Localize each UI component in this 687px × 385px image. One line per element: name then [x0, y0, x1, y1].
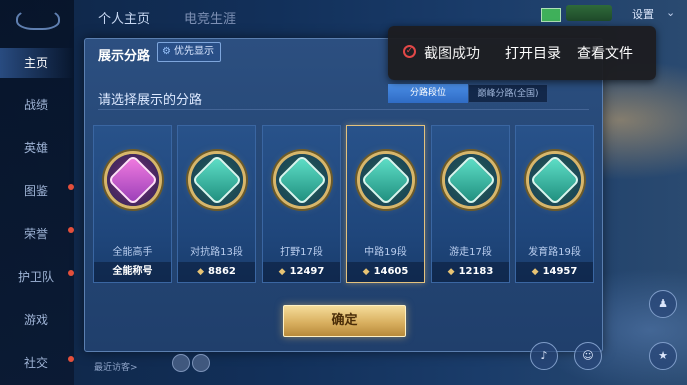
lane-emblem-icon: [107, 154, 158, 206]
sidebar-item-label: 护卫队: [18, 270, 55, 284]
chevron-down-icon[interactable]: ⌄: [666, 6, 675, 19]
lane-card-name: 发育路19段: [528, 247, 581, 258]
sidebar-item-label: 英雄: [24, 141, 49, 155]
sidebar-item-home[interactable]: 主页: [0, 48, 74, 78]
view-file-button[interactable]: 查看文件: [577, 43, 633, 63]
confirm-button[interactable]: 确定: [283, 305, 406, 337]
tab-peak-lane-national[interactable]: 巅峰分路(全国): [468, 84, 548, 103]
recent-visitors-link[interactable]: 最近访客>: [94, 360, 138, 373]
notification-dot: [68, 227, 74, 233]
priority-display-label: 优先显示: [173, 46, 214, 57]
dialog-title: 展示分路: [98, 49, 151, 64]
hero-shortcut-button[interactable]: ♟: [649, 290, 677, 318]
sidebar-item-game[interactable]: 游戏: [0, 305, 74, 335]
lane-card-name: 中路19段: [364, 247, 407, 258]
avatar[interactable]: [192, 354, 210, 372]
lane-card[interactable]: 打野17段 ◆ 12497: [262, 125, 341, 283]
lane-card-value: ◆ 12183: [432, 262, 509, 282]
tab-personal-home[interactable]: 个人主页: [98, 8, 150, 27]
divider: [98, 109, 589, 110]
sidebar-item-label: 荣誉: [24, 227, 49, 241]
sidebar-item-label: 图鉴: [24, 184, 49, 198]
lane-card[interactable]: 游走17段 ◆ 12183: [431, 125, 510, 283]
lane-card-score: 12183: [458, 266, 494, 277]
tab-lane-rank[interactable]: 分路段位: [388, 84, 468, 103]
profile-shortcut-button[interactable]: ★: [649, 342, 677, 370]
lane-card-name: 打野17段: [280, 247, 323, 258]
settings-button[interactable]: 设置: [632, 6, 654, 22]
lane-emblem-icon: [445, 154, 496, 206]
priority-display-button[interactable]: ⚙ 优先显示: [157, 42, 221, 62]
diamond-icon: ◆: [447, 267, 455, 277]
lane-card-value: ◆ 12497: [263, 262, 340, 282]
lane-badge-icon: [359, 154, 412, 206]
game-logo-icon: [16, 8, 60, 30]
ticket-icon[interactable]: [566, 5, 612, 21]
lane-card[interactable]: 全能高手 全能称号: [93, 125, 172, 283]
lane-card-score: 12497: [289, 266, 325, 277]
flag-icon[interactable]: [541, 8, 561, 22]
lane-emblem-icon: [276, 154, 327, 206]
voice-button[interactable]: ♪: [530, 342, 558, 370]
sidebar-item-social[interactable]: 社交: [0, 348, 74, 378]
lane-card[interactable]: 中路19段 ◆ 14605: [346, 125, 425, 283]
lane-card[interactable]: 对抗路13段 ◆ 8862: [177, 125, 256, 283]
check-circle-icon: ✓: [403, 45, 416, 58]
lane-emblem-icon: [529, 154, 580, 206]
lane-card-score: 8862: [208, 266, 236, 277]
lane-emblem-icon: [360, 154, 411, 206]
lane-badge-icon: [444, 154, 497, 206]
lane-emblem-icon: [191, 154, 242, 206]
screenshot-toast: ✓ 截图成功 打开目录 查看文件: [388, 26, 656, 80]
sidebar-item-label: 主页: [24, 56, 49, 70]
lane-card-name: 游走17段: [449, 247, 492, 258]
lane-card-value: 全能称号: [94, 262, 171, 282]
lane-card-score: 全能称号: [112, 266, 153, 277]
lane-card-name: 全能高手: [112, 247, 153, 258]
lane-badge-icon: [106, 154, 159, 206]
notification-dot: [68, 356, 74, 362]
notification-dot: [68, 270, 74, 276]
sidebar-item-guard[interactable]: 护卫队: [0, 262, 74, 292]
lane-display-dialog: 展示分路 ⚙ 优先显示 请选择展示的分路 分路段位 巅峰分路(全国) 全能高手全能…: [84, 38, 603, 352]
sidebar-item-codex[interactable]: 图鉴: [0, 176, 74, 206]
lane-badge-icon: [275, 154, 328, 206]
tab-esports-career[interactable]: 电竞生涯: [184, 8, 236, 27]
lane-card-name: 对抗路13段: [190, 247, 243, 258]
sidebar: 主页 战绩 英雄 图鉴 荣誉 护卫队 游戏 社交: [0, 0, 74, 385]
lane-card-value: ◆ 14957: [516, 262, 593, 282]
lane-badge-icon: [190, 154, 243, 206]
sidebar-item-record[interactable]: 战绩: [0, 90, 74, 120]
diamond-icon: ◆: [197, 267, 205, 277]
sidebar-item-heroes[interactable]: 英雄: [0, 133, 74, 163]
lane-badge-icon: [528, 154, 581, 206]
sidebar-item-label: 游戏: [24, 313, 49, 327]
gear-icon: ⚙: [162, 46, 171, 57]
diamond-icon: ◆: [531, 267, 539, 277]
lane-card-score: 14957: [542, 266, 578, 277]
lane-card-value: ◆ 8862: [178, 262, 255, 282]
toast-message: 截图成功: [424, 46, 480, 62]
notification-dot: [68, 184, 74, 190]
open-folder-button[interactable]: 打开目录: [505, 43, 561, 63]
diamond-icon: ◆: [362, 267, 370, 277]
lane-card-score: 14605: [373, 266, 409, 277]
sidebar-item-label: 战绩: [24, 98, 49, 112]
emote-button[interactable]: ☺: [574, 342, 602, 370]
diamond-icon: ◆: [278, 267, 286, 277]
dialog-subtitle: 请选择展示的分路: [98, 93, 203, 108]
lane-card-value: ◆ 14605: [347, 262, 424, 282]
sidebar-item-label: 社交: [24, 356, 49, 370]
sidebar-item-honor[interactable]: 荣誉: [0, 219, 74, 249]
lane-card[interactable]: 发育路19段 ◆ 14957: [515, 125, 594, 283]
avatar[interactable]: [172, 354, 190, 372]
